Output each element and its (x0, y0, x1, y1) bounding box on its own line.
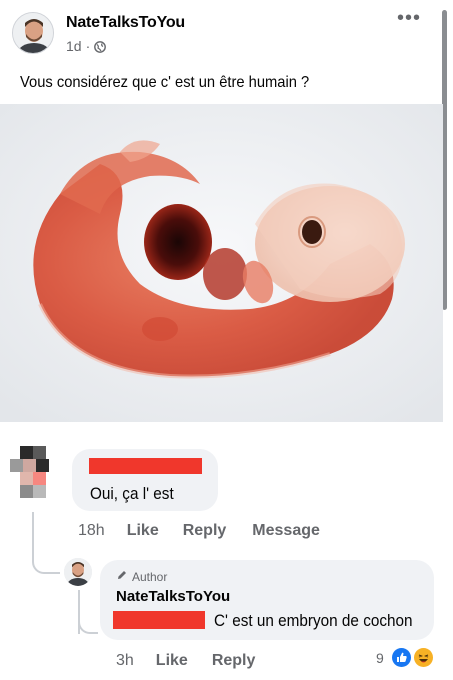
post-meta: 1d · (66, 38, 107, 54)
author-badge: Author (116, 569, 167, 584)
reply-actions: 3h Like Reply (116, 652, 255, 670)
comment-time[interactable]: 18h (78, 522, 105, 540)
reply-thread-connector (78, 610, 98, 634)
post-text: Vous considérez que c' est un être humai… (20, 74, 310, 91)
redacted-mention (113, 611, 205, 629)
reply-reply-button[interactable]: Reply (212, 652, 256, 670)
reply-author-avatar[interactable] (64, 558, 92, 586)
post-author-name[interactable]: NateTalksToYou (66, 14, 185, 32)
thread-connector (32, 556, 60, 574)
comment-text: Oui, ça l' est (90, 484, 174, 503)
post-header: NateTalksToYou 1d · ••• (10, 8, 443, 60)
embryo-image (0, 104, 443, 422)
comment-message-button[interactable]: Message (252, 522, 320, 540)
thread-line (32, 512, 34, 556)
redacted-commenter-name (89, 458, 202, 474)
reply-time[interactable]: 3h (116, 652, 134, 670)
haha-reaction-icon[interactable] (414, 648, 433, 667)
author-avatar[interactable] (12, 12, 54, 54)
globe-icon (94, 40, 107, 53)
commenter-avatar-pixelated[interactable] (10, 446, 56, 506)
pencil-icon (116, 569, 128, 584)
meta-separator: · (85, 38, 91, 54)
reply-author-name[interactable]: NateTalksToYou (116, 588, 230, 605)
more-options-icon[interactable]: ••• (397, 8, 421, 28)
post-timestamp[interactable]: 1d (66, 38, 82, 54)
comment-actions: 18h Like Reply Message (78, 522, 320, 540)
comment-reply-button[interactable]: Reply (183, 522, 227, 540)
reaction-count[interactable]: 9 (376, 650, 384, 666)
reply-like-button[interactable]: Like (156, 652, 188, 670)
author-badge-label: Author (132, 569, 168, 584)
reply-text: C' est un embryon de cochon (214, 611, 413, 630)
like-reaction-icon[interactable] (392, 648, 411, 667)
comment-like-button[interactable]: Like (127, 522, 159, 540)
post-image[interactable] (0, 104, 443, 422)
